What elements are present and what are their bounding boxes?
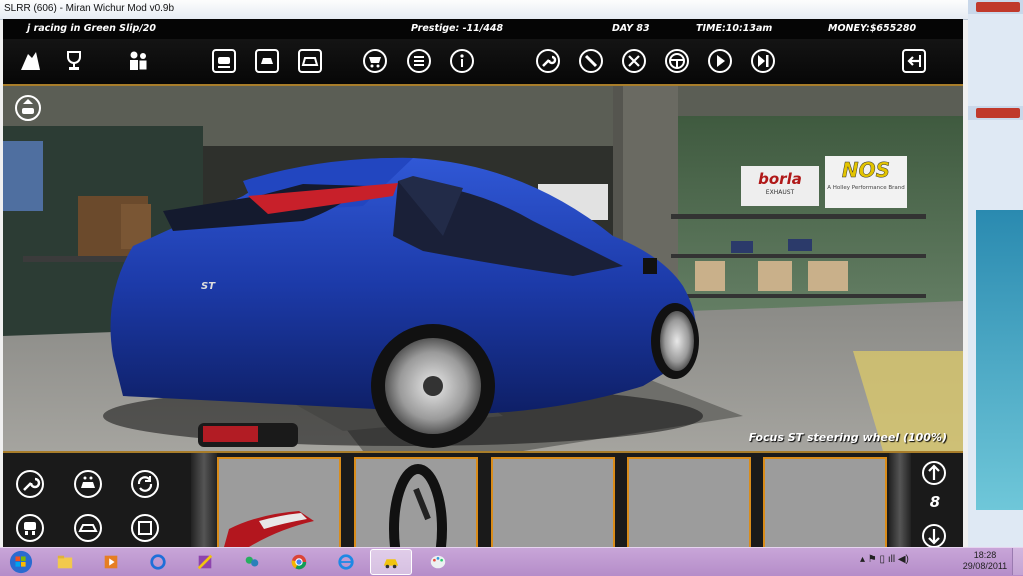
garage-home-icon[interactable]: [18, 48, 44, 74]
bg-close-button[interactable]: [976, 2, 1020, 12]
part-slot-2[interactable]: [354, 457, 478, 547]
scroll-down-button[interactable]: [921, 523, 947, 547]
garage-scene[interactable]: ST borla EXHAUST NOS A Holley Performanc…: [3, 86, 963, 451]
wrench-icon: [16, 470, 44, 498]
taskbar: ▴ ⚑ ▯ ıll ◀) 18:28 29/08/2011: [0, 547, 1023, 576]
car-lift-button[interactable]: [15, 513, 45, 543]
car-list-icon[interactable]: [211, 48, 237, 74]
car-top-button[interactable]: [73, 513, 103, 543]
messenger-taskbar-button[interactable]: [231, 549, 273, 575]
refresh-icon: [131, 470, 159, 498]
list-icon[interactable]: [406, 48, 432, 74]
clock-time: 18:28: [973, 550, 997, 560]
parts-panel: 8: [3, 451, 963, 547]
game-viewport: j racing in Green Slip/20 Prestige: -11/…: [3, 19, 963, 547]
internet-explorer-icon: [338, 554, 354, 570]
play-icon[interactable]: [707, 48, 733, 74]
game-car-icon: [383, 559, 399, 569]
window-title: SLRR (606) - Miran Wichur Mod v0.9b: [4, 3, 175, 14]
status-bar: j racing in Green Slip/20 Prestige: -11/…: [3, 19, 963, 39]
paint-icon: [430, 555, 446, 569]
wrench-button[interactable]: [15, 469, 45, 499]
people-icon[interactable]: [125, 48, 151, 74]
messenger-icon: [245, 556, 259, 567]
window-titlebar[interactable]: SLRR (606) - Miran Wichur Mod v0.9b: [0, 0, 968, 20]
shop-cart-icon[interactable]: [362, 48, 388, 74]
borla-sign-title: borla: [758, 170, 802, 188]
wrench-icon[interactable]: [535, 48, 561, 74]
sync-taskbar-button[interactable]: [137, 549, 179, 575]
clock-date: 29/08/2011: [962, 561, 1008, 571]
frame-button[interactable]: [130, 513, 160, 543]
part-caption: Focus ST steering wheel (100%): [748, 431, 947, 444]
start-button[interactable]: [4, 549, 38, 575]
scroll-up-button[interactable]: [921, 460, 947, 486]
day-status: DAY 83: [612, 23, 650, 34]
car-lift-icon: [16, 514, 44, 542]
slrr-taskbar-button[interactable]: [370, 549, 412, 575]
screwdriver-icon[interactable]: [578, 48, 604, 74]
page-number: 8: [929, 493, 941, 511]
lift-icon: [15, 95, 41, 121]
panel-divider: [191, 453, 217, 547]
trophy-icon[interactable]: [61, 48, 87, 74]
chrome-icon: [291, 554, 307, 570]
exit-icon[interactable]: [901, 48, 927, 74]
rear-badge: ST: [201, 281, 216, 292]
frame-icon: [131, 514, 159, 542]
prestige-status: Prestige: -11/448: [411, 23, 504, 34]
ie-taskbar-button[interactable]: [325, 549, 367, 575]
car-top-icon: [74, 514, 102, 542]
paint-taskbar-button[interactable]: [417, 549, 459, 575]
part-slot-3[interactable]: [491, 457, 615, 547]
nos-sign-sub: A Holley Performance Brand: [827, 185, 905, 191]
show-desktop-button[interactable]: [1012, 548, 1023, 575]
car-wash-button[interactable]: [73, 469, 103, 499]
tools-icon[interactable]: [621, 48, 647, 74]
skip-icon[interactable]: [750, 48, 776, 74]
nos-sign-title: NOS: [841, 158, 891, 183]
clock[interactable]: 18:28 29/08/2011: [962, 550, 1008, 572]
lift-car-button[interactable]: [14, 94, 42, 122]
garage-scene-graphic: ST: [3, 86, 963, 451]
part-slot-4[interactable]: [627, 457, 751, 547]
app-taskbar-button[interactable]: [184, 549, 226, 575]
racing-status: j racing in Green Slip/20: [27, 23, 157, 34]
arrow-up-icon: [922, 461, 946, 485]
refresh-button[interactable]: [130, 469, 160, 499]
bg-close-button-2[interactable]: [976, 108, 1020, 118]
folder-icon: [57, 555, 73, 569]
windows-start-icon: [9, 550, 33, 574]
chrome-taskbar-button[interactable]: [278, 549, 320, 575]
media-taskbar-button[interactable]: [90, 549, 132, 575]
bg-image: [976, 210, 1023, 510]
tail-light-part-image: [224, 511, 314, 547]
car-wash-icon: [74, 470, 102, 498]
explorer-taskbar-button[interactable]: [44, 549, 86, 575]
main-toolbar: [3, 39, 963, 86]
steering-wheel-icon[interactable]: [664, 48, 690, 74]
part-slot-5[interactable]: [763, 457, 887, 547]
borla-sign-sub: EXHAUST: [765, 189, 795, 196]
game-window: SLRR (606) - Miran Wichur Mod v0.9b j ra…: [0, 0, 968, 547]
time-status: TIME:10:13am: [696, 23, 773, 34]
part-slot-1[interactable]: [217, 457, 341, 547]
steering-wheel-part-image: [389, 464, 447, 547]
media-player-icon: [104, 555, 118, 569]
arrow-down-icon: [922, 524, 946, 547]
car-front-icon[interactable]: [254, 48, 280, 74]
money-status: MONEY:$655280: [828, 23, 917, 34]
info-icon[interactable]: [449, 48, 475, 74]
background-window: [968, 0, 1023, 547]
car-paint-icon[interactable]: [297, 48, 323, 74]
panel-divider-right: [889, 453, 911, 547]
sync-icon: [150, 554, 166, 570]
app-icon: [197, 554, 213, 570]
system-tray[interactable]: ▴ ⚑ ▯ ıll ◀): [860, 554, 909, 565]
